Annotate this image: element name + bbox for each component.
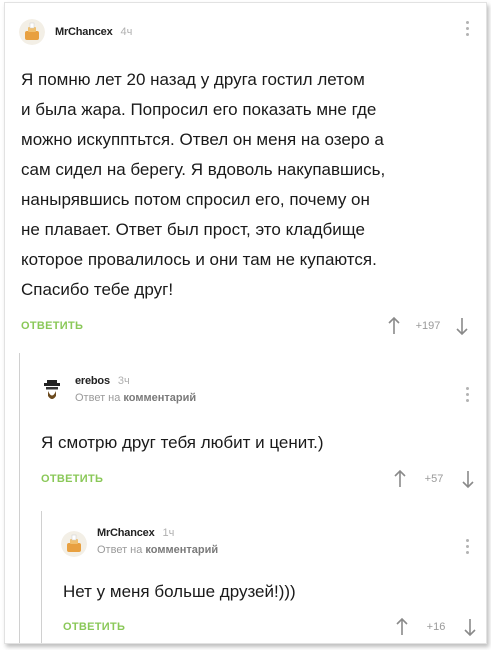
- comment-text-line: и была жара. Попросил его показать мне г…: [21, 100, 377, 119]
- thread-line-2[interactable]: [41, 511, 42, 643]
- upvote-arrow-icon[interactable]: [395, 617, 409, 637]
- comment-rating: +57: [424, 473, 444, 485]
- comment-text-line: которое провалилось и они там не купаютс…: [21, 250, 377, 269]
- comment-text-line: Я смотрю друг тебя любит и ценит.): [41, 433, 324, 452]
- comment-3-menu-icon[interactable]: [465, 539, 469, 554]
- comment-3-text: Нет у меня больше друзей!))): [63, 577, 463, 607]
- comment-time: 3ч: [117, 375, 130, 387]
- reply-to-prefix: Ответ на: [97, 544, 143, 556]
- heisenberg-avatar[interactable]: [39, 379, 65, 405]
- comment-time: 1ч: [162, 527, 175, 539]
- downvote-arrow-icon[interactable]: [461, 469, 475, 489]
- comment-time: 4ч: [120, 26, 133, 38]
- downvote-arrow-icon[interactable]: [463, 617, 477, 637]
- comment-2-header: erebos 3ч Ответ на комментарий: [39, 373, 196, 405]
- comment-rating: +16: [426, 621, 446, 633]
- comment-text-line: нанырявшись потом спросил его, почему он: [21, 190, 370, 209]
- reply-button[interactable]: ОТВЕТИТЬ: [41, 473, 103, 485]
- comment-1: MrChancex 4ч Я помню лет 20 назад у друг…: [19, 15, 469, 336]
- reply-button[interactable]: ОТВЕТИТЬ: [21, 320, 83, 332]
- comment-2: erebos 3ч Ответ на комментарий Я смотрю …: [39, 373, 474, 503]
- reply-to-label: Ответ на комментарий: [75, 392, 196, 404]
- comment-1-text: Я помню лет 20 назад у друга гостил лето…: [21, 65, 466, 305]
- comment-3-votes: +16: [395, 617, 477, 637]
- comment-3-header: MrChancex 1ч Ответ на комментарий: [61, 525, 218, 557]
- comment-text-line: Спасибо тебе друг!: [21, 280, 174, 299]
- comment-text-line: сам сидел на берегу. Я вдоволь накупавши…: [21, 160, 386, 179]
- comment-1-votes: +197: [387, 316, 469, 336]
- reply-button[interactable]: ОТВЕТИТЬ: [63, 621, 125, 633]
- chancex-avatar[interactable]: [19, 19, 45, 45]
- comment-1-menu-icon[interactable]: [465, 21, 469, 36]
- comment-author[interactable]: MrChancex: [55, 26, 113, 38]
- upvote-arrow-icon[interactable]: [387, 316, 401, 336]
- comment-3: MrChancex 1ч Ответ на комментарий Нет у …: [61, 525, 476, 640]
- comment-text-line: не плавает. Ответ был прост, это кладбищ…: [21, 220, 365, 239]
- comment-1-header: MrChancex 4ч: [19, 17, 132, 47]
- comment-2-text: Я смотрю друг тебя любит и ценит.): [41, 428, 461, 458]
- comment-2-menu-icon[interactable]: [465, 387, 469, 402]
- comment-2-votes: +57: [393, 469, 475, 489]
- reply-to-link[interactable]: комментарий: [145, 544, 218, 556]
- comment-text-line: можно искупптьтся. Отвел он меня на озер…: [21, 130, 384, 149]
- downvote-arrow-icon[interactable]: [455, 316, 469, 336]
- reply-to-label: Ответ на комментарий: [97, 544, 218, 556]
- upvote-arrow-icon[interactable]: [393, 469, 407, 489]
- comments-thread: MrChancex 4ч Я помню лет 20 назад у друг…: [4, 2, 487, 644]
- comment-author[interactable]: MrChancex: [97, 527, 155, 539]
- reply-to-link[interactable]: комментарий: [123, 392, 196, 404]
- comment-author[interactable]: erebos: [75, 375, 110, 387]
- chancex-avatar[interactable]: [61, 531, 87, 557]
- comment-rating: +197: [415, 320, 441, 332]
- comment-text-line: Я помню лет 20 назад у друга гостил лето…: [21, 70, 365, 89]
- thread-line-1[interactable]: [19, 353, 20, 643]
- reply-to-prefix: Ответ на: [75, 392, 121, 404]
- comment-text-line: Нет у меня больше друзей!))): [63, 582, 296, 601]
